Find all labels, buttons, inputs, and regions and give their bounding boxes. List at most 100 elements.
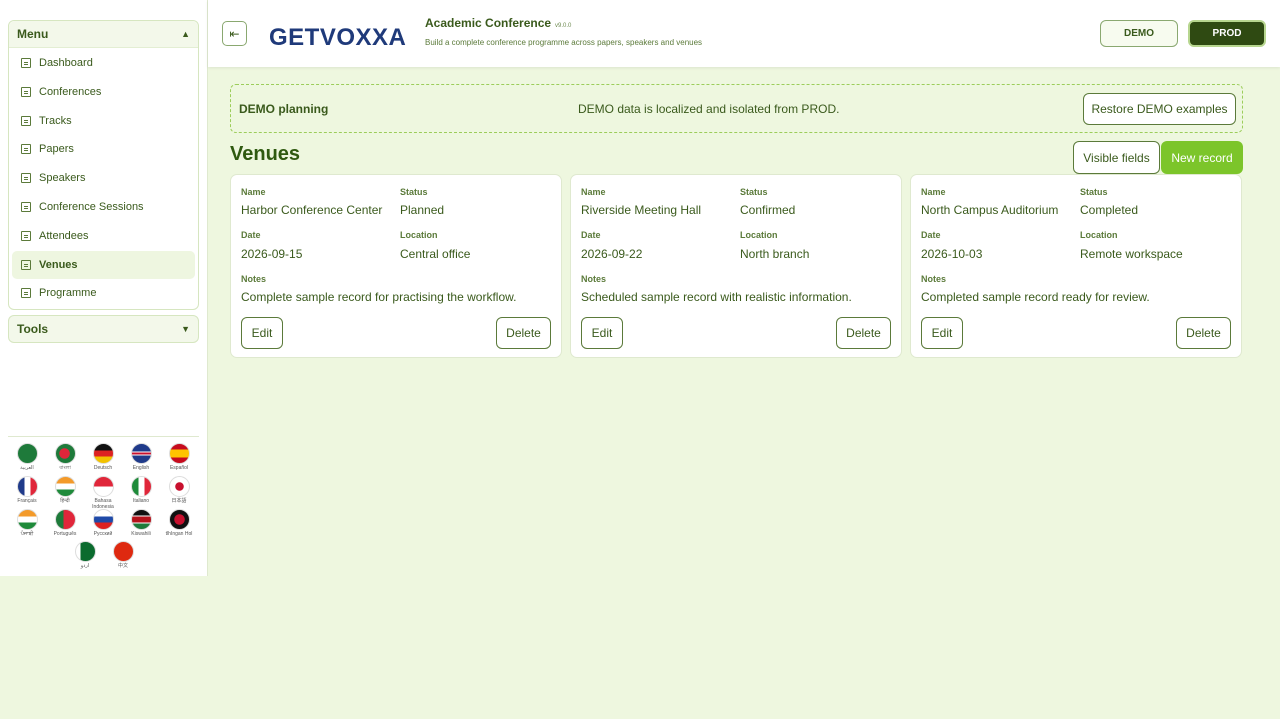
indonesia-flag-icon <box>92 476 114 497</box>
document-icon <box>21 288 31 298</box>
sidebar-item-label: Programme <box>39 287 97 299</box>
language-japanese[interactable]: 日本語 <box>163 476 195 504</box>
notes-value: Complete sample record for practising th… <box>241 290 517 304</box>
language-label: Français <box>17 498 37 504</box>
record-card: Name North Campus Auditorium Status Comp… <box>910 174 1242 358</box>
kenya-flag-icon <box>130 509 152 530</box>
date-value: 2026-09-22 <box>581 247 643 261</box>
language-label: العربية <box>20 465 34 471</box>
language-chinese[interactable]: 中文 <box>107 541 139 569</box>
page-title: Venues <box>230 143 301 165</box>
logo-text: GETVOXXA <box>269 24 407 51</box>
language-german[interactable]: Deutsch <box>87 443 119 471</box>
divider <box>8 436 199 437</box>
collapse-sidebar-button[interactable]: ⇤ <box>222 21 247 46</box>
japan-flag-icon <box>168 476 190 497</box>
language-urdu[interactable]: اردو <box>69 541 101 569</box>
language-arabic[interactable]: العربية <box>11 443 43 471</box>
language-label: Italiano <box>132 498 150 504</box>
sidebar-item-label: Conferences <box>39 86 102 98</box>
language-label: Português <box>53 531 77 537</box>
language-swahili[interactable]: Kiswahili <box>125 509 157 537</box>
name-label: Name <box>241 187 266 197</box>
date-label: Date <box>921 230 941 240</box>
language-label: हिन्दी <box>60 498 70 504</box>
new-record-button[interactable]: New record <box>1161 141 1243 174</box>
restore-demo-button[interactable]: Restore DEMO examples <box>1083 93 1236 125</box>
sidebar-item-label: Venues <box>39 259 78 271</box>
sidebar-item-venues[interactable]: Venues <box>12 251 195 279</box>
india-flag-icon <box>16 509 38 530</box>
location-value: Remote workspace <box>1080 247 1183 261</box>
language-label: English <box>132 465 150 471</box>
date-label: Date <box>581 230 601 240</box>
language-bengali[interactable]: বাংলা <box>49 443 81 471</box>
record-card: Name Riverside Meeting Hall Status Confi… <box>570 174 902 358</box>
name-value: Riverside Meeting Hall <box>581 203 702 217</box>
language-english[interactable]: English <box>125 443 157 471</box>
banner-title: DEMO planning <box>239 102 329 116</box>
location-label: Location <box>1080 230 1118 240</box>
language-label: 日本語 <box>171 498 187 504</box>
language-punjabi[interactable]: ਪੰਜਾਬੀ <box>11 509 43 537</box>
delete-button[interactable]: Delete <box>1176 317 1231 349</box>
location-value: Central office <box>400 247 471 261</box>
germany-flag-icon <box>92 443 114 464</box>
banner-message: DEMO data is localized and isolated from… <box>578 102 840 116</box>
language-hindi[interactable]: हिन्दी <box>49 476 81 504</box>
sidebar-item-programme[interactable]: Programme <box>12 279 195 307</box>
location-label: Location <box>400 230 438 240</box>
language-portuguese[interactable]: Português <box>49 509 81 537</box>
delete-button[interactable]: Delete <box>836 317 891 349</box>
status-label: Status <box>400 187 428 197</box>
status-label: Status <box>1080 187 1108 197</box>
edit-button[interactable]: Edit <box>581 317 623 349</box>
language-label: tlhIngan Hol <box>165 531 193 537</box>
app-title-text: Academic Conference <box>425 16 552 30</box>
delete-button[interactable]: Delete <box>496 317 551 349</box>
spain-flag-icon <box>168 443 190 464</box>
sidebar-item-speakers[interactable]: Speakers <box>12 164 195 192</box>
sidebar-item-papers[interactable]: Papers <box>12 135 195 163</box>
edit-button[interactable]: Edit <box>921 317 963 349</box>
demo-env-button[interactable]: DEMO <box>1100 20 1178 47</box>
document-icon <box>21 173 31 183</box>
tools-panel-header[interactable]: Tools ▼ <box>8 315 199 343</box>
sidebar-item-tracks[interactable]: Tracks <box>12 107 195 135</box>
portugal-flag-icon <box>54 509 76 530</box>
language-french[interactable]: Français <box>11 476 43 504</box>
sidebar-item-attendees[interactable]: Attendees <box>12 222 195 250</box>
sidebar-item-conference-sessions[interactable]: Conference Sessions <box>12 193 195 221</box>
language-italian[interactable]: Italiano <box>125 476 157 504</box>
notes-label: Notes <box>241 274 267 284</box>
prod-env-button[interactable]: PROD <box>1188 20 1266 47</box>
language-russian[interactable]: Русский <box>87 509 119 537</box>
sidebar-item-dashboard[interactable]: Dashboard <box>12 49 195 77</box>
sidebar-item-label: Papers <box>39 143 74 155</box>
chevron-up-icon: ▲ <box>181 29 190 39</box>
sidebar-item-conferences[interactable]: Conferences <box>12 78 195 106</box>
date-label: Date <box>241 230 261 240</box>
language-indonesian[interactable]: Bahasa Indonesia <box>87 476 119 510</box>
document-icon <box>21 260 31 270</box>
language-klingon[interactable]: tlhIngan Hol <box>163 509 195 537</box>
saudi-flag-icon <box>16 443 38 464</box>
app-subtitle: Build a complete conference programme ac… <box>425 38 703 47</box>
language-spanish[interactable]: Español <box>163 443 195 471</box>
sidebar-item-label: Speakers <box>39 172 86 184</box>
edit-button[interactable]: Edit <box>241 317 283 349</box>
collapse-menu-icon: ⇤ <box>229 26 240 41</box>
sidebar-item-label: Conference Sessions <box>39 201 144 213</box>
date-value: 2026-09-15 <box>241 247 303 261</box>
sidebar-item-label: Attendees <box>39 230 89 242</box>
pakistan-flag-icon <box>74 541 96 562</box>
status-value: Planned <box>400 203 445 217</box>
sidebar: Menu ▲ Dashboard Conferences Tracks Pape… <box>0 0 208 576</box>
visible-fields-button[interactable]: Visible fields <box>1073 141 1160 174</box>
china-flag-icon <box>112 541 134 562</box>
uk-flag-icon <box>130 443 152 464</box>
notes-label: Notes <box>581 274 607 284</box>
india-flag-icon <box>54 476 76 497</box>
language-label: ਪੰਜਾਬੀ <box>20 531 34 537</box>
menu-header[interactable]: Menu ▲ <box>9 21 198 48</box>
